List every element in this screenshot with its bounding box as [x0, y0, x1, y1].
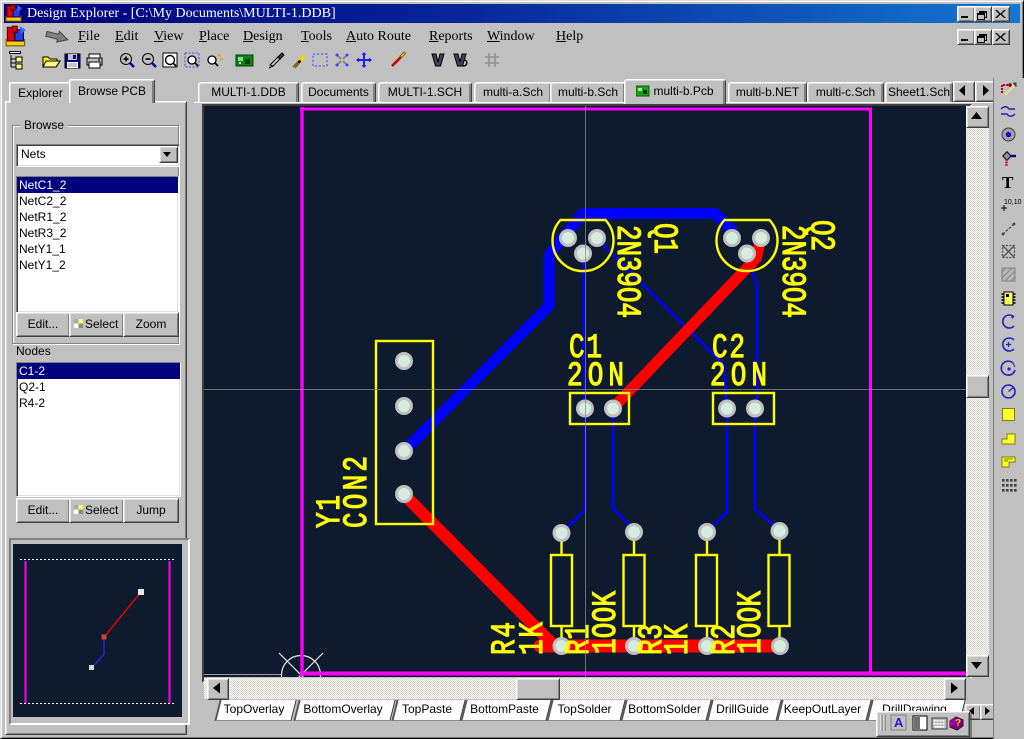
svg-text:2N39O4: 2N39O4: [772, 225, 810, 318]
svg-text:1OOK: 1OOK: [588, 590, 626, 654]
svg-text:T: T: [1002, 173, 1014, 192]
svg-text:10,10: 10,10: [1004, 199, 1022, 206]
svg-text:?: ?: [955, 718, 961, 729]
svg-text:Q1: Q1: [644, 223, 682, 254]
svg-text:1K: 1K: [660, 623, 698, 655]
svg-text:A: A: [894, 715, 904, 730]
svg-text:2ON: 2ON: [567, 358, 624, 396]
svg-text:2ON: 2ON: [710, 358, 767, 396]
svg-text:1OOK: 1OOK: [733, 590, 771, 654]
svg-text:2N39O4: 2N39O4: [607, 225, 645, 318]
